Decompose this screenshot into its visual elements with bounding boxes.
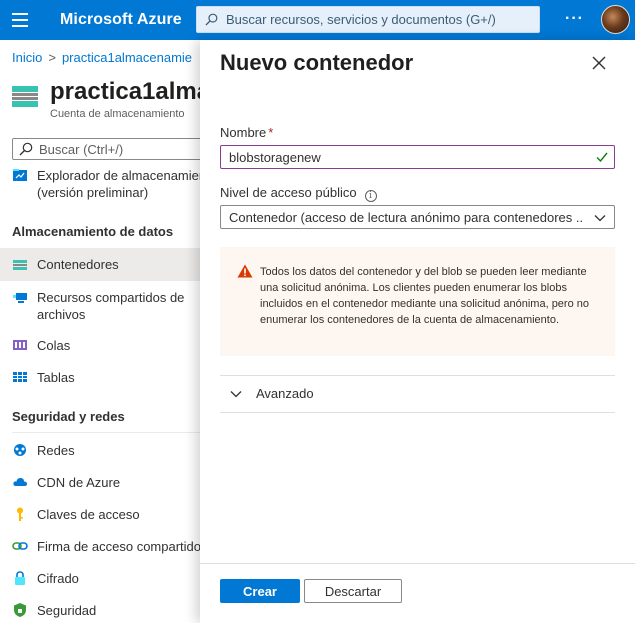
storage-account-blade: Inicio > practica1almacenamie practica1alm… [0, 40, 200, 623]
advanced-section-toggle[interactable]: Avanzado [220, 375, 615, 412]
chevron-down-icon [230, 390, 242, 397]
sidebar-item-encryption[interactable]: Cifrado [0, 570, 200, 587]
sidebar-item-access-keys[interactable]: Claves de acceso [0, 506, 200, 523]
footer-divider [200, 563, 635, 564]
advanced-bottom-divider [220, 412, 615, 413]
menu-icon[interactable] [0, 0, 40, 40]
breadcrumb-separator: > [48, 50, 56, 65]
sidebar-item-storage-explorer[interactable]: Explorador de almacenamien (versión preli… [0, 167, 200, 201]
warning-text: Todos los datos del contenedor y del blo… [260, 266, 589, 326]
sidebar-item-label: (versión preliminar) [37, 185, 149, 200]
resource-title: practica1almac [50, 78, 200, 105]
chevron-down-icon [594, 215, 606, 222]
discard-button[interactable]: Descartar [304, 579, 402, 603]
top-bar: Microsoft Azure Buscar recursos, servici… [0, 0, 635, 40]
new-container-panel: Nuevo contenedor Nombre * blobstoragenew … [200, 40, 635, 623]
sidebar-item-label: Cifrado [37, 571, 79, 586]
section-heading-security-networking: Seguridad y redes [12, 409, 125, 424]
cloud-icon [13, 478, 27, 486]
more-options-icon[interactable]: ··· [565, 10, 584, 28]
container-name-value: blobstoragenew [229, 149, 321, 165]
breadcrumb-resource[interactable]: practica1almacenamie [62, 50, 192, 65]
sidebar-item-label: Explorador de almacenamien [37, 168, 200, 183]
search-icon [19, 142, 33, 156]
file-shares-icon [13, 293, 27, 303]
sidebar-item-label: Redes [37, 443, 75, 458]
search-icon [205, 13, 218, 26]
link-icon [12, 542, 28, 550]
containers-icon [13, 259, 27, 270]
panel-title: Nuevo contenedor [220, 50, 414, 75]
access-level-value: Contenedor (acceso de lectura anónimo pa… [229, 209, 584, 225]
sidebar-item-security[interactable]: Seguridad [0, 602, 200, 619]
queues-icon [13, 340, 27, 350]
sidebar-item-label: Contenedores [37, 257, 119, 272]
create-button[interactable]: Crear [220, 579, 300, 603]
anonymous-access-warning: Todos los datos del contenedor y del blo… [220, 247, 615, 356]
menu-search-input[interactable]: Buscar (Ctrl+/) [12, 138, 200, 160]
lock-icon [15, 571, 25, 585]
warning-icon [237, 264, 253, 278]
section-heading-data-storage: Almacenamiento de datos [12, 224, 174, 239]
global-search-placeholder: Buscar recursos, servicios y documentos … [226, 12, 496, 27]
close-icon[interactable] [590, 54, 608, 72]
storage-account-icon [12, 86, 38, 107]
brand-title[interactable]: Microsoft Azure [60, 11, 182, 29]
avatar[interactable] [601, 5, 630, 34]
sidebar-item-label: Colas [37, 338, 71, 353]
sidebar-item-tables[interactable]: Tablas [0, 369, 200, 386]
required-mark: * [268, 125, 274, 140]
sidebar-item-label: CDN de Azure [37, 475, 121, 490]
key-icon [17, 507, 23, 521]
menu-search-placeholder: Buscar (Ctrl+/) [39, 141, 124, 157]
storage-explorer-icon [13, 169, 27, 181]
checkmark-icon [596, 152, 608, 163]
sidebar-item-label: archivos [37, 307, 86, 322]
sidebar-item-label: Claves de acceso [37, 507, 140, 522]
access-level-dropdown[interactable]: Contenedor (acceso de lectura anónimo pa… [220, 205, 615, 229]
sidebar-item-label: Tablas [37, 370, 75, 385]
sidebar-item-label: Seguridad [37, 603, 97, 618]
breadcrumb-home[interactable]: Inicio [12, 50, 42, 65]
sidebar-item-queues[interactable]: Colas [0, 337, 200, 354]
tables-icon [13, 372, 27, 382]
sidebar-item-shared-access-signature[interactable]: Firma de acceso compartido [0, 538, 200, 555]
access-level-label: Nivel de acceso público i [220, 185, 377, 202]
shield-icon [14, 603, 26, 617]
sidebar-item-label: Recursos compartidos de [37, 290, 185, 305]
networking-icon [14, 444, 26, 456]
info-icon[interactable]: i [364, 190, 377, 202]
sidebar-item-networking[interactable]: Redes [0, 442, 200, 459]
global-search[interactable]: Buscar recursos, servicios y documentos … [196, 6, 540, 33]
sidebar-item-label: Firma de acceso compartido [37, 539, 200, 554]
resource-subtitle: Cuenta de almacenamiento [50, 108, 185, 120]
section-divider [12, 432, 200, 433]
breadcrumb: Inicio > practica1almacenamie [12, 50, 192, 65]
sidebar-item-file-shares[interactable]: Recursos compartidos de archivos [0, 289, 200, 323]
name-field-label: Nombre * [220, 125, 273, 140]
container-name-input[interactable]: blobstoragenew [220, 145, 615, 169]
sidebar-item-containers[interactable]: Contenedores [0, 248, 200, 281]
access-level-label-text: Nivel de acceso público [220, 185, 357, 200]
advanced-label: Avanzado [256, 386, 314, 401]
name-label-text: Nombre [220, 125, 267, 140]
sidebar-item-cdn[interactable]: CDN de Azure [0, 474, 200, 491]
